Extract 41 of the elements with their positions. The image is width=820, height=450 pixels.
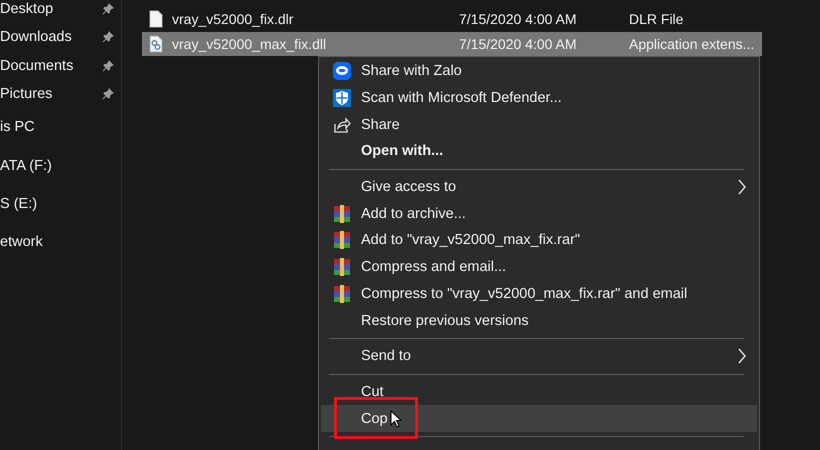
nav-item[interactable]: Desktop [0, 1, 54, 18]
archive-icon [333, 231, 351, 250]
chevron-right-icon [737, 346, 747, 365]
menu-item[interactable]: Compress and email... [321, 254, 757, 280]
menu-item[interactable]: Share [321, 111, 757, 138]
menu-item[interactable]: Share with Zalo [321, 58, 757, 85]
share-icon [333, 116, 351, 134]
menu-item[interactable]: Add to "vray_v52000_max_fix.rar" [321, 227, 757, 254]
nav-item[interactable]: Documents [0, 58, 74, 74]
gear-document-icon [149, 35, 163, 53]
document-icon [149, 10, 163, 28]
menu-item[interactable]: Cop [321, 405, 757, 432]
menu-item[interactable]: Cut [321, 378, 757, 406]
menu-item[interactable]: Open with... [321, 138, 757, 165]
menu-item[interactable]: Give access to [321, 174, 757, 200]
file-date: 7/15/2020 4:00 AM [459, 11, 578, 27]
file-type: DLR File [629, 11, 684, 27]
file-row[interactable]: vray_v52000_fix.dlr 7/15/2020 4:00 AM DLR File [142, 7, 762, 31]
nav-item[interactable]: Downloads [0, 29, 72, 46]
archive-icon [333, 284, 351, 303]
menu-item[interactable]: Scan with Microsoft Defender... [321, 84, 757, 112]
archive-icon [333, 204, 351, 223]
file-name: vray_v52000_fix.dlr [171, 11, 294, 27]
nav-item[interactable]: is PC [0, 119, 35, 136]
file-row[interactable]: vray_v52000_max_fix.dll 7/15/2020 4:00 AM Application extens... [142, 32, 762, 56]
nav-item[interactable]: S (E:) [0, 196, 38, 212]
shield-icon [333, 89, 351, 108]
chat-app-icon [333, 62, 351, 80]
file-type: Application extens... [629, 36, 754, 52]
menu-item[interactable]: Compress to "vray_v52000_max_fix.rar" and email [321, 280, 757, 308]
chevron-right-icon [737, 178, 747, 196]
menu-item[interactable]: Restore previous versions [321, 307, 757, 334]
mouse-cursor-icon [390, 410, 402, 428]
file-date: 7/15/2020 4:00 AM [459, 36, 578, 52]
menu-item[interactable]: Add to archive... [321, 200, 757, 228]
nav-item[interactable]: ATA (F:) [0, 158, 52, 174]
menu-item[interactable]: Send to [321, 342, 757, 370]
nav-item[interactable]: etwork [0, 234, 43, 250]
nav-item[interactable]: Pictures [0, 86, 52, 102]
file-name: vray_v52000_max_fix.dll [171, 36, 328, 52]
archive-icon [333, 258, 351, 276]
